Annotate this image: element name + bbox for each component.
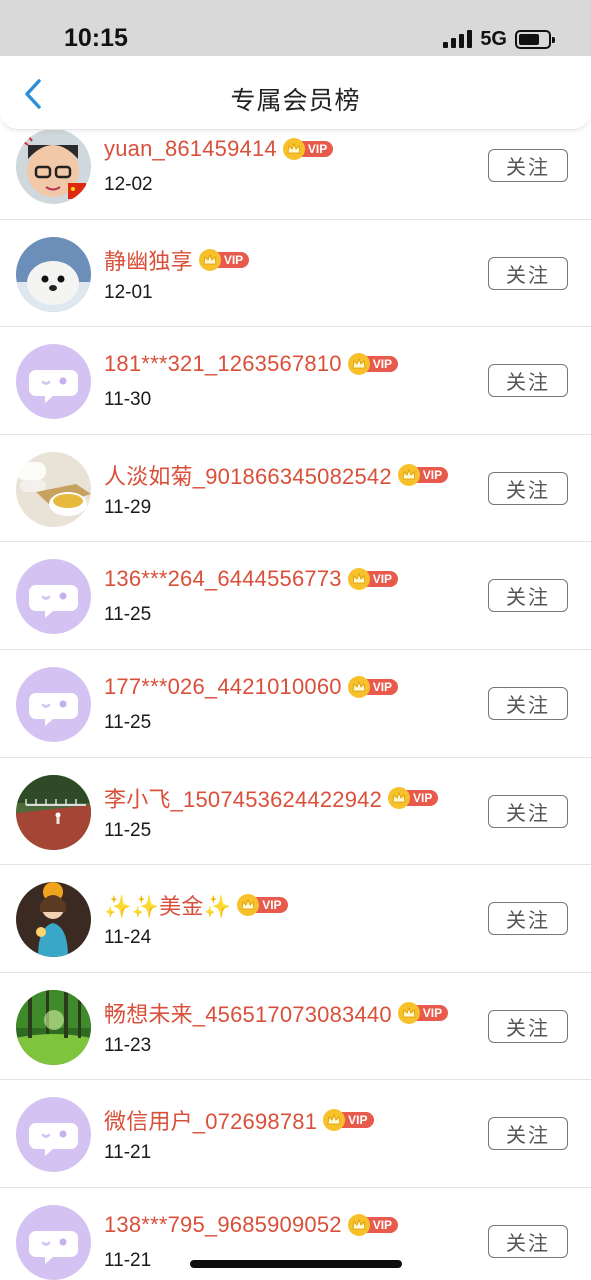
member-date: 11-29 bbox=[104, 496, 152, 518]
member-list: yuan_861459414 VIP 12-02 关注 静幽独享 VIP 12-01 关注 18… bbox=[0, 112, 591, 1280]
member-name-line: yuan_861459414 VIP bbox=[104, 136, 334, 162]
vip-badge: VIP bbox=[198, 248, 250, 271]
member-row[interactable]: 畅想未来_456517073083440 VIP 11-23 关注 bbox=[0, 972, 591, 1081]
member-name[interactable]: 138***795_9685909052 bbox=[104, 1212, 342, 1238]
status-time: 10:15 bbox=[64, 24, 128, 52]
member-name-line: 136***264_6444556773 VIP bbox=[104, 566, 399, 592]
home-indicator[interactable] bbox=[190, 1260, 402, 1268]
vip-badge: VIP bbox=[237, 894, 288, 917]
avatar[interactable] bbox=[16, 451, 91, 527]
avatar[interactable] bbox=[16, 344, 91, 420]
avatar[interactable] bbox=[16, 129, 91, 204]
member-name-line: ✨✨美金✨ VIP bbox=[104, 889, 288, 921]
member-date: 11-21 bbox=[104, 1249, 152, 1271]
avatar[interactable] bbox=[16, 1097, 91, 1173]
crown-icon bbox=[388, 786, 411, 809]
member-date: 11-30 bbox=[104, 389, 152, 411]
vip-badge: VIP bbox=[388, 786, 439, 809]
member-date: 11-23 bbox=[104, 1034, 152, 1056]
member-name[interactable]: 181***321_1263567810 bbox=[104, 351, 342, 377]
member-row[interactable]: 136***264_6444556773 VIP 11-25 关注 bbox=[0, 542, 591, 650]
crown-icon bbox=[347, 675, 370, 698]
member-name[interactable]: 静幽独享 bbox=[104, 244, 193, 276]
member-name[interactable]: 人淡如菊_901866345082542 bbox=[104, 459, 392, 491]
member-name-line: 微信用户_072698781 VIP bbox=[104, 1104, 374, 1136]
member-row[interactable]: ✨✨美金✨ VIP 11-24 关注 bbox=[0, 865, 591, 973]
crown-icon bbox=[397, 1001, 420, 1024]
crown-icon bbox=[347, 568, 370, 591]
battery-icon bbox=[515, 29, 555, 49]
vip-badge: VIP bbox=[397, 463, 449, 486]
member-date: 12-02 bbox=[104, 174, 153, 195]
avatar[interactable] bbox=[16, 666, 91, 742]
member-date: 11-24 bbox=[104, 927, 152, 949]
follow-button[interactable]: 关注 bbox=[488, 686, 568, 720]
crown-icon bbox=[323, 1109, 346, 1132]
vip-badge: VIP bbox=[347, 1213, 399, 1236]
member-name-line: 畅想未来_456517073083440 VIP bbox=[104, 997, 449, 1029]
member-date: 11-25 bbox=[104, 819, 152, 841]
nav-bar: 专属会员榜 bbox=[0, 56, 591, 130]
follow-button[interactable]: 关注 bbox=[488, 794, 568, 828]
follow-button[interactable]: 关注 bbox=[488, 1009, 568, 1043]
status-bar: 10:15 5G bbox=[0, 0, 591, 56]
vip-badge: VIP bbox=[397, 1001, 449, 1024]
member-name[interactable]: 136***264_6444556773 bbox=[104, 566, 342, 592]
avatar[interactable] bbox=[16, 236, 91, 312]
follow-button[interactable]: 关注 bbox=[488, 1224, 568, 1258]
member-name[interactable]: 李小飞_1507453624422942 bbox=[104, 782, 382, 814]
crown-icon bbox=[347, 353, 370, 376]
crown-icon bbox=[347, 1213, 370, 1236]
member-row[interactable]: 181***321_1263567810 VIP 11-30 关注 bbox=[0, 327, 591, 435]
signal-icon bbox=[443, 30, 473, 48]
member-name-line: 138***795_9685909052 VIP bbox=[104, 1212, 399, 1238]
member-name-line: 人淡如菊_901866345082542 VIP bbox=[104, 459, 449, 491]
page-title: 专属会员榜 bbox=[230, 87, 361, 115]
member-name-line: 177***026_4421010060 VIP bbox=[104, 674, 399, 700]
member-date: 11-25 bbox=[104, 711, 152, 733]
member-name-line: 静幽独享 VIP bbox=[104, 244, 250, 276]
member-row[interactable]: 177***026_4421010060 VIP 11-25 关注 bbox=[0, 649, 591, 758]
member-name[interactable]: 177***026_4421010060 bbox=[104, 674, 342, 700]
member-row[interactable]: 李小飞_1507453624422942 VIP 11-25 关注 bbox=[0, 757, 591, 866]
member-date: 11-25 bbox=[104, 604, 152, 626]
follow-button[interactable]: 关注 bbox=[488, 471, 568, 505]
vip-badge: VIP bbox=[323, 1109, 374, 1132]
member-name-line: 181***321_1263567810 VIP bbox=[104, 351, 399, 377]
member-date: 11-21 bbox=[104, 1142, 152, 1164]
member-name[interactable]: yuan_861459414 bbox=[104, 136, 277, 162]
avatar[interactable] bbox=[16, 774, 91, 850]
crown-icon bbox=[282, 138, 305, 160]
member-row[interactable]: 微信用户_072698781 VIP 11-21 关注 bbox=[0, 1080, 591, 1188]
avatar[interactable] bbox=[16, 882, 91, 958]
member-date: 12-01 bbox=[104, 281, 153, 303]
member-name[interactable]: ✨✨美金✨ bbox=[104, 889, 231, 921]
follow-button[interactable]: 关注 bbox=[488, 1117, 568, 1151]
crown-icon bbox=[198, 248, 221, 271]
member-name[interactable]: 微信用户_072698781 bbox=[104, 1104, 317, 1136]
vip-badge: VIP bbox=[347, 675, 399, 698]
follow-button[interactable]: 关注 bbox=[488, 902, 568, 936]
vip-badge: VIP bbox=[282, 138, 334, 160]
crown-icon bbox=[397, 463, 420, 486]
vip-badge: VIP bbox=[347, 568, 399, 591]
avatar[interactable] bbox=[16, 559, 91, 635]
member-row[interactable]: 静幽独享 VIP 12-01 关注 bbox=[0, 219, 591, 328]
status-icons: 5G bbox=[443, 27, 555, 50]
network-label: 5G bbox=[480, 27, 507, 50]
avatar[interactable] bbox=[16, 1204, 91, 1280]
vip-badge: VIP bbox=[347, 353, 399, 376]
avatar[interactable] bbox=[16, 989, 91, 1065]
follow-button[interactable]: 关注 bbox=[488, 149, 568, 182]
follow-button[interactable]: 关注 bbox=[488, 579, 568, 613]
member-name[interactable]: 畅想未来_456517073083440 bbox=[104, 997, 392, 1029]
member-row[interactable]: 人淡如菊_901866345082542 VIP 11-29 关注 bbox=[0, 434, 591, 543]
member-name-line: 李小飞_1507453624422942 VIP bbox=[104, 782, 439, 814]
follow-button[interactable]: 关注 bbox=[488, 256, 568, 290]
follow-button[interactable]: 关注 bbox=[488, 364, 568, 398]
